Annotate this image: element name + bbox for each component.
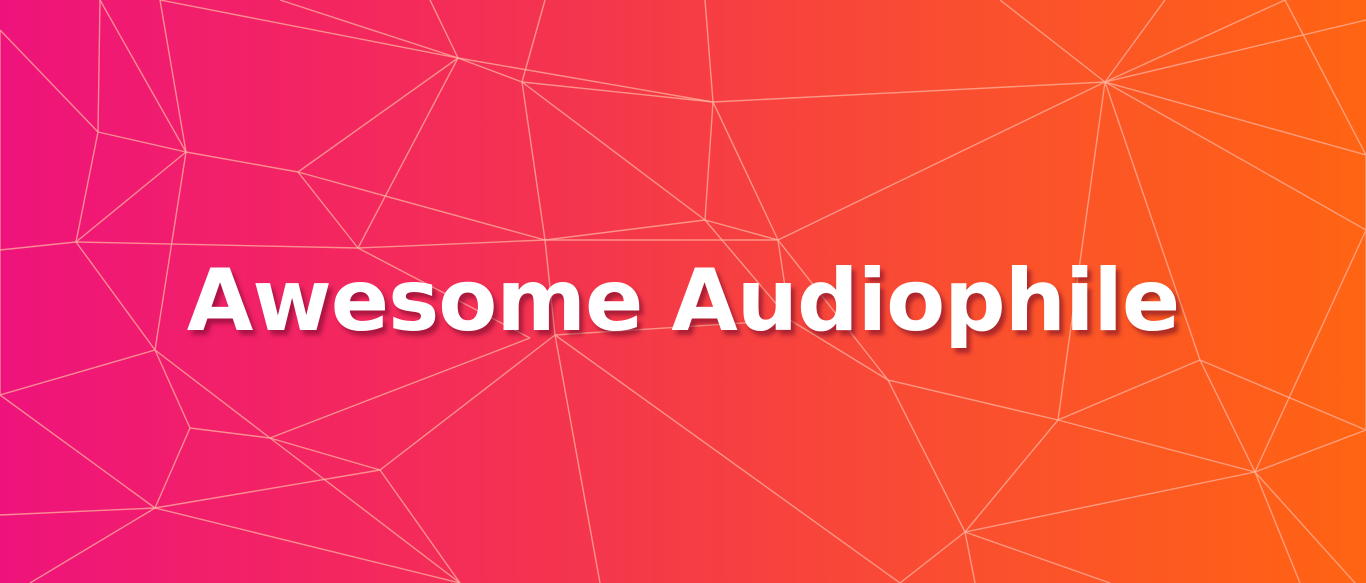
- mesh-line: [521, 81, 706, 221]
- mesh-line: [185, 151, 299, 173]
- mesh-line: [269, 437, 461, 583]
- mesh-line: [29, 507, 156, 583]
- mesh-line: [0, 507, 156, 516]
- mesh-line: [777, 81, 1106, 241]
- mesh-line: [297, 171, 546, 241]
- mesh-line: [297, 171, 359, 249]
- mesh-line: [0, 29, 99, 133]
- hero-banner: Awesome Audiophile: [0, 0, 1366, 583]
- mesh-line: [704, 219, 779, 241]
- mesh-line: [75, 151, 187, 243]
- mesh-line: [457, 57, 714, 103]
- mesh-line: [154, 349, 191, 429]
- mesh-line: [887, 379, 1059, 421]
- mesh-line: [297, 57, 459, 173]
- mesh-line: [964, 471, 1256, 533]
- mesh-line: [269, 437, 381, 471]
- mesh-line: [704, 0, 714, 103]
- mesh-line: [1199, 359, 1366, 431]
- banner-title: Awesome Audiophile: [186, 251, 1180, 351]
- mesh-line: [964, 531, 1111, 583]
- mesh-line: [154, 427, 191, 509]
- mesh-line: [1104, 81, 1366, 156]
- mesh-line: [1057, 419, 1256, 473]
- mesh-line: [0, 349, 156, 396]
- mesh-line: [544, 219, 706, 241]
- mesh-line: [521, 81, 546, 241]
- mesh-line: [999, 0, 1106, 83]
- mesh-line: [0, 394, 156, 509]
- mesh-line: [964, 531, 976, 583]
- mesh-line: [554, 334, 901, 583]
- mesh-line: [521, 0, 546, 83]
- mesh-line: [1254, 471, 1301, 583]
- mesh-line: [1254, 471, 1356, 583]
- mesh-line: [899, 531, 966, 583]
- mesh-line: [1057, 359, 1201, 421]
- mesh-line: [75, 131, 99, 243]
- mesh-line: [712, 101, 779, 241]
- mesh-line: [429, 0, 459, 59]
- mesh-line: [154, 469, 381, 509]
- mesh-line: [97, 0, 101, 133]
- mesh-line: [154, 349, 271, 439]
- mesh-line: [1104, 81, 1366, 231]
- mesh-line: [357, 57, 459, 249]
- mesh-line: [159, 0, 459, 59]
- mesh-line: [1104, 0, 1286, 83]
- mesh-line: [887, 379, 966, 533]
- mesh-line: [97, 131, 187, 153]
- mesh-line: [1199, 359, 1256, 473]
- mesh-line: [712, 81, 1106, 103]
- mesh-line: [457, 57, 523, 83]
- mesh-line: [704, 101, 714, 221]
- mesh-line: [554, 334, 601, 583]
